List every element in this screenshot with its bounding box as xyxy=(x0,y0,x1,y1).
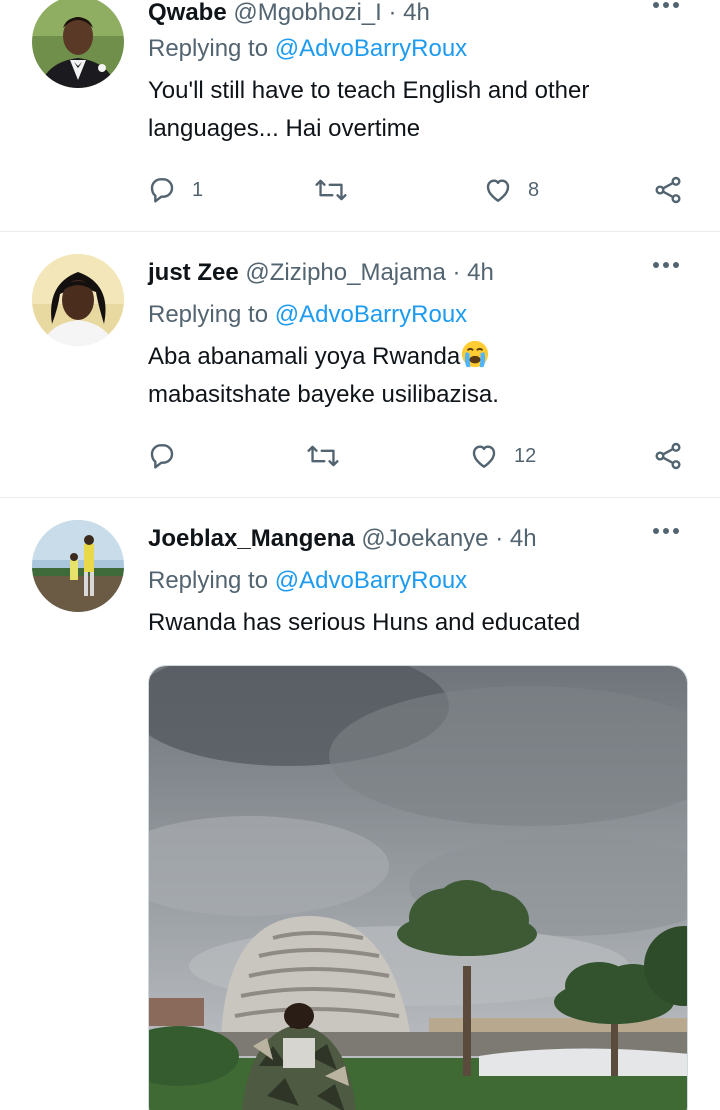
profile-photo-woman-icon xyxy=(32,254,124,346)
more-dots-icon xyxy=(653,2,679,8)
heart-icon xyxy=(486,179,510,202)
photo-kigali-convention-centre-icon xyxy=(149,666,687,1110)
avatar[interactable] xyxy=(32,520,124,612)
avatar[interactable] xyxy=(32,0,124,88)
like-count: 8 xyxy=(528,178,540,201)
more-options-button[interactable] xyxy=(646,0,686,30)
more-dots-icon xyxy=(653,528,679,534)
tweet-text-line: Rwanda has serious Huns and educated xyxy=(148,609,581,636)
replying-to-mention[interactable]: @AdvoBarryRoux xyxy=(275,35,467,62)
tweet-actions: 12 xyxy=(146,436,690,476)
separator-dot: · xyxy=(495,525,504,552)
share-button[interactable] xyxy=(652,170,684,210)
display-name[interactable]: Joeblax_Mangena xyxy=(148,525,355,552)
share-icon xyxy=(655,442,681,470)
reply-icon xyxy=(150,444,174,469)
timestamp[interactable]: 4h xyxy=(403,0,430,26)
profile-photo-man-suit-icon xyxy=(32,0,124,88)
replying-to: Replying to @AdvoBarryRoux xyxy=(148,298,467,332)
tweet-actions: 1 8 xyxy=(146,170,690,210)
crying-face-emoji-icon xyxy=(462,340,489,368)
tweet-text-line: languages... Hai overtime xyxy=(148,115,421,142)
share-icon xyxy=(655,176,681,204)
retweet-button[interactable] xyxy=(314,170,362,210)
more-dots-icon xyxy=(653,262,679,268)
separator-dot: · xyxy=(452,259,461,286)
tweet-text-line: Aba abanamali yoya Rwanda xyxy=(148,343,461,370)
replying-to: Replying to @AdvoBarryRoux xyxy=(148,32,467,66)
reply-button[interactable]: 1 xyxy=(146,170,203,210)
user-handle[interactable]: @Mgobhozi_I xyxy=(233,0,381,26)
like-count: 12 xyxy=(514,444,537,467)
tweet-header: just Zee @Zizipho_Majama · 4h xyxy=(148,256,494,290)
tweet-media-photo[interactable] xyxy=(148,665,688,1110)
reply-count: 1 xyxy=(192,178,204,201)
like-button[interactable]: 8 xyxy=(482,170,539,210)
retweet-icon xyxy=(315,179,347,201)
profile-photo-outdoors-icon xyxy=(32,520,124,612)
tweet-text-line: mabasitshate bayeke usilibazisa. xyxy=(148,381,499,408)
share-button[interactable] xyxy=(652,436,684,476)
replying-to: Replying to @AdvoBarryRoux xyxy=(148,564,467,598)
replying-to-label: Replying to xyxy=(148,567,269,594)
separator-dot: · xyxy=(388,0,397,26)
display-name[interactable]: just Zee xyxy=(148,259,239,286)
retweet-icon xyxy=(307,445,339,467)
user-handle[interactable]: @Joekanye xyxy=(361,525,488,552)
tweet-header: Joeblax_Mangena @Joekanye · 4h xyxy=(148,522,537,556)
heart-icon xyxy=(472,445,496,468)
display-name[interactable]: Qwabe xyxy=(148,0,227,26)
tweet-text: Rwanda has serious Huns and educated xyxy=(148,604,688,642)
timestamp[interactable]: 4h xyxy=(510,525,537,552)
retweet-button[interactable] xyxy=(306,436,354,476)
tweet-text-line: You'll still have to teach English and o… xyxy=(148,77,590,104)
tweet-1[interactable]: Qwabe @Mgobhozi_I · 4h Replying to @Advo… xyxy=(0,0,720,232)
more-options-button[interactable] xyxy=(646,522,686,556)
replying-to-label: Replying to xyxy=(148,35,269,62)
tweet-header: Qwabe @Mgobhozi_I · 4h xyxy=(148,0,430,30)
reply-icon xyxy=(150,178,174,203)
reply-button[interactable] xyxy=(146,436,192,476)
like-button[interactable]: 12 xyxy=(468,436,536,476)
avatar[interactable] xyxy=(32,254,124,346)
tweet-2[interactable]: just Zee @Zizipho_Majama · 4h Replying t… xyxy=(0,232,720,498)
timestamp[interactable]: 4h xyxy=(467,259,494,286)
user-handle[interactable]: @Zizipho_Majama xyxy=(245,259,445,286)
replying-to-label: Replying to xyxy=(148,301,269,328)
tweet-text: Aba abanamali yoya Rwanda mabasitshate b… xyxy=(148,338,688,414)
replying-to-mention[interactable]: @AdvoBarryRoux xyxy=(275,567,467,594)
tweet-text: You'll still have to teach English and o… xyxy=(148,72,688,148)
replying-to-mention[interactable]: @AdvoBarryRoux xyxy=(275,301,467,328)
more-options-button[interactable] xyxy=(646,256,686,290)
